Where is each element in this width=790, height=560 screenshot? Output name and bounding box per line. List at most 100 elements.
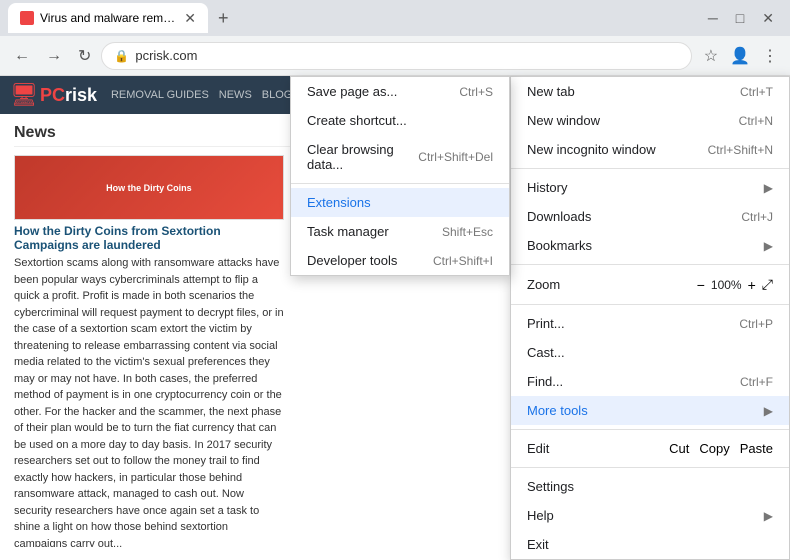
submenu-clear-browsing-shortcut: Ctrl+Shift+Del [418, 150, 493, 164]
menu-divider-3 [511, 304, 789, 305]
menu-settings-label: Settings [527, 479, 773, 494]
news-img-1: How the Dirty Coins [14, 155, 284, 220]
menu-new-tab-shortcut: Ctrl+T [740, 85, 773, 99]
menu-new-incognito-label: New incognito window [527, 142, 688, 157]
maximize-button[interactable]: □ [728, 6, 752, 31]
submenu-developer-tools[interactable]: Developer tools Ctrl+Shift+I [291, 246, 509, 275]
menu-new-window-shortcut: Ctrl+N [739, 114, 773, 128]
account-icon[interactable]: 👤 [726, 42, 754, 70]
minimize-button[interactable]: ─ [700, 6, 726, 31]
submenu-extensions-label: Extensions [307, 195, 493, 210]
submenu-divider-1 [291, 183, 509, 184]
menu-divider-2 [511, 264, 789, 265]
tab-close-icon[interactable]: ✕ [184, 10, 196, 27]
menu-divider-5 [511, 467, 789, 468]
lock-icon: 🔒 [114, 49, 129, 63]
menu-find-label: Find... [527, 374, 720, 389]
submenu-create-shortcut-label: Create shortcut... [307, 113, 493, 128]
menu-history[interactable]: History ▶ [511, 173, 789, 202]
menu-new-incognito-shortcut: Ctrl+Shift+N [708, 143, 773, 157]
submenu-save-page[interactable]: Save page as... Ctrl+S [291, 77, 509, 106]
context-menu: New tab Ctrl+T New window Ctrl+N New inc… [510, 76, 790, 560]
menu-cast-label: Cast... [527, 345, 773, 360]
url-text: pcrisk.com [135, 48, 678, 63]
window-controls: ─ □ ✕ [700, 6, 782, 31]
address-bar: ← → ↻ 🔒 pcrisk.com ☆ 👤 ⋮ [0, 36, 790, 76]
menu-more-tools-label: More tools [527, 403, 764, 418]
menu-new-tab[interactable]: New tab Ctrl+T [511, 77, 789, 106]
menu-new-window-label: New window [527, 113, 719, 128]
menu-settings[interactable]: Settings [511, 472, 789, 501]
menu-bookmarks-arrow: ▶ [764, 239, 773, 253]
news-card-1-text: Sextortion scams along with ransomware a… [14, 255, 284, 547]
menu-copy-button[interactable]: Copy [699, 441, 729, 456]
submenu-clear-browsing[interactable]: Clear browsing data... Ctrl+Shift+Del [291, 135, 509, 179]
menu-find[interactable]: Find... Ctrl+F [511, 367, 789, 396]
submenu-task-manager-label: Task manager [307, 224, 422, 239]
submenu-task-manager[interactable]: Task manager Shift+Esc [291, 217, 509, 246]
menu-cut-button[interactable]: Cut [669, 441, 689, 456]
menu-exit-label: Exit [527, 537, 773, 552]
menu-downloads-label: Downloads [527, 209, 721, 224]
close-window-button[interactable]: ✕ [754, 6, 782, 31]
menu-downloads-shortcut: Ctrl+J [741, 210, 773, 224]
new-tab-button[interactable]: + [212, 4, 235, 33]
menu-edit-row: Edit Cut Copy Paste [511, 434, 789, 463]
menu-divider-4 [511, 429, 789, 430]
zoom-expand-button[interactable]: ⤢ [762, 276, 773, 293]
url-field[interactable]: 🔒 pcrisk.com [101, 42, 691, 70]
news-card-1[interactable]: How the Dirty Coins How the Dirty Coins … [14, 155, 284, 547]
menu-icon[interactable]: ⋮ [758, 42, 782, 70]
menu-bookmarks-label: Bookmarks [527, 238, 764, 253]
reload-button[interactable]: ↻ [72, 42, 97, 70]
menu-history-arrow: ▶ [764, 181, 773, 195]
menu-history-label: History [527, 180, 764, 195]
titlebar: Virus and malware removal instr... ✕ + ─… [0, 0, 790, 36]
zoom-minus-button[interactable]: − [697, 277, 705, 293]
logo-risk: risk [65, 85, 97, 106]
submenu-task-manager-shortcut: Shift+Esc [442, 225, 493, 239]
logo-icon: 🖥 [10, 82, 38, 108]
submenu-developer-tools-label: Developer tools [307, 253, 413, 268]
submenu-save-page-shortcut: Ctrl+S [459, 85, 493, 99]
toolbar-icons: ☆ 👤 ⋮ [700, 42, 782, 70]
menu-more-tools[interactable]: More tools ▶ [511, 396, 789, 425]
submenu-developer-tools-shortcut: Ctrl+Shift+I [433, 254, 493, 268]
submenu-create-shortcut[interactable]: Create shortcut... [291, 106, 509, 135]
menu-new-incognito[interactable]: New incognito window Ctrl+Shift+N [511, 135, 789, 164]
logo-pc: PC [40, 85, 65, 106]
nav-blog[interactable]: BLOG [262, 89, 293, 101]
menu-new-window[interactable]: New window Ctrl+N [511, 106, 789, 135]
menu-downloads[interactable]: Downloads Ctrl+J [511, 202, 789, 231]
menu-help[interactable]: Help ▶ [511, 501, 789, 530]
menu-exit[interactable]: Exit [511, 530, 789, 559]
submenu-extensions[interactable]: Extensions [291, 188, 509, 217]
menu-cast[interactable]: Cast... [511, 338, 789, 367]
menu-zoom: Zoom − 100% + ⤢ [511, 269, 789, 300]
menu-more-tools-arrow: ▶ [764, 404, 773, 418]
menu-print[interactable]: Print... Ctrl+P [511, 309, 789, 338]
active-tab[interactable]: Virus and malware removal instr... ✕ [8, 3, 208, 33]
zoom-value: 100% [711, 278, 742, 292]
menu-zoom-label: Zoom [527, 277, 691, 292]
menu-new-tab-label: New tab [527, 84, 720, 99]
nav-news[interactable]: NEWS [219, 89, 252, 101]
star-icon[interactable]: ☆ [700, 42, 722, 70]
more-tools-submenu: Save page as... Ctrl+S Create shortcut..… [290, 76, 510, 276]
news-card-1-title: How the Dirty Coins from Sextortion Camp… [14, 224, 284, 252]
back-button[interactable]: ← [8, 43, 36, 69]
menu-print-shortcut: Ctrl+P [739, 317, 773, 331]
tab-favicon [20, 11, 34, 25]
tab-title: Virus and malware removal instr... [40, 11, 178, 25]
menu-divider-1 [511, 168, 789, 169]
zoom-plus-button[interactable]: + [748, 277, 756, 293]
nav-removal-guides[interactable]: REMOVAL GUIDES [111, 89, 209, 101]
menu-paste-button[interactable]: Paste [740, 441, 773, 456]
menu-find-shortcut: Ctrl+F [740, 375, 773, 389]
menu-help-arrow: ▶ [764, 509, 773, 523]
submenu-save-page-label: Save page as... [307, 84, 439, 99]
submenu-clear-browsing-label: Clear browsing data... [307, 142, 398, 172]
site-logo[interactable]: 🖥 PC risk [10, 82, 97, 108]
forward-button[interactable]: → [40, 43, 68, 69]
menu-bookmarks[interactable]: Bookmarks ▶ [511, 231, 789, 260]
